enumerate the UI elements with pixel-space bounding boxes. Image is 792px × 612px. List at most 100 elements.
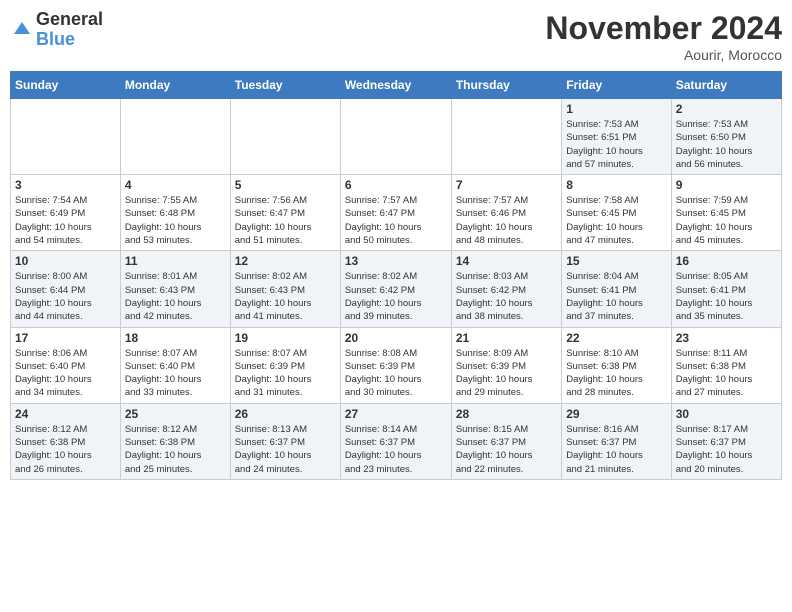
- day-cell: 14 Sunrise: 8:03 AM Sunset: 6:42 PM Dayli…: [451, 251, 561, 327]
- logo-icon: [10, 18, 34, 42]
- day-cell: 23 Sunrise: 8:11 AM Sunset: 6:38 PM Dayli…: [671, 327, 781, 403]
- weekday-header-saturday: Saturday: [671, 72, 781, 99]
- day-cell: 10 Sunrise: 8:00 AM Sunset: 6:44 PM Dayli…: [11, 251, 121, 327]
- day-number: 23: [676, 331, 777, 345]
- day-cell: 17 Sunrise: 8:06 AM Sunset: 6:40 PM Dayli…: [11, 327, 121, 403]
- day-cell: 21 Sunrise: 8:09 AM Sunset: 6:39 PM Dayli…: [451, 327, 561, 403]
- day-number: 4: [125, 178, 226, 192]
- day-cell: 15 Sunrise: 8:04 AM Sunset: 6:41 PM Dayli…: [562, 251, 671, 327]
- day-number: 10: [15, 254, 116, 268]
- week-row-1: 1 Sunrise: 7:53 AM Sunset: 6:51 PM Daylig…: [11, 99, 782, 175]
- day-cell: [120, 99, 230, 175]
- day-number: 14: [456, 254, 557, 268]
- day-number: 16: [676, 254, 777, 268]
- day-detail: Sunrise: 7:58 AM Sunset: 6:45 PM Dayligh…: [566, 194, 666, 247]
- week-row-3: 10 Sunrise: 8:00 AM Sunset: 6:44 PM Dayli…: [11, 251, 782, 327]
- day-cell: 16 Sunrise: 8:05 AM Sunset: 6:41 PM Dayli…: [671, 251, 781, 327]
- day-detail: Sunrise: 8:07 AM Sunset: 6:40 PM Dayligh…: [125, 347, 226, 400]
- day-detail: Sunrise: 8:11 AM Sunset: 6:38 PM Dayligh…: [676, 347, 777, 400]
- day-number: 15: [566, 254, 666, 268]
- day-cell: 29Sunrise: 8:16 AM Sunset: 6:37 PM Dayli…: [562, 403, 671, 479]
- day-detail: Sunrise: 8:07 AM Sunset: 6:39 PM Dayligh…: [235, 347, 336, 400]
- calendar-body: 1 Sunrise: 7:53 AM Sunset: 6:51 PM Daylig…: [11, 99, 782, 480]
- page-header: General Blue November 2024 Aourir, Moroc…: [10, 10, 782, 63]
- day-cell: 13 Sunrise: 8:02 AM Sunset: 6:42 PM Dayli…: [340, 251, 451, 327]
- day-detail: Sunrise: 8:03 AM Sunset: 6:42 PM Dayligh…: [456, 270, 557, 323]
- day-number: 9: [676, 178, 777, 192]
- day-cell: 27 Sunrise: 8:14 AM Sunset: 6:37 PM Dayli…: [340, 403, 451, 479]
- day-detail: Sunrise: 7:57 AM Sunset: 6:47 PM Dayligh…: [345, 194, 447, 247]
- day-number: 3: [15, 178, 116, 192]
- day-cell: 7 Sunrise: 7:57 AM Sunset: 6:46 PM Daylig…: [451, 175, 561, 251]
- day-detail: Sunrise: 8:05 AM Sunset: 6:41 PM Dayligh…: [676, 270, 777, 323]
- day-number: 29: [566, 407, 666, 421]
- day-number: 6: [345, 178, 447, 192]
- day-detail: Sunrise: 8:02 AM Sunset: 6:42 PM Dayligh…: [345, 270, 447, 323]
- day-detail: Sunrise: 7:56 AM Sunset: 6:47 PM Dayligh…: [235, 194, 336, 247]
- day-number: 2: [676, 102, 777, 116]
- day-cell: 1 Sunrise: 7:53 AM Sunset: 6:51 PM Daylig…: [562, 99, 671, 175]
- weekday-header-sunday: Sunday: [11, 72, 121, 99]
- day-number: 30: [676, 407, 777, 421]
- day-number: 7: [456, 178, 557, 192]
- day-number: 13: [345, 254, 447, 268]
- week-row-5: 24 Sunrise: 8:12 AM Sunset: 6:38 PM Dayli…: [11, 403, 782, 479]
- day-cell: 11Sunrise: 8:01 AM Sunset: 6:43 PM Dayli…: [120, 251, 230, 327]
- day-cell: 2Sunrise: 7:53 AM Sunset: 6:50 PM Daylig…: [671, 99, 781, 175]
- day-number: 22: [566, 331, 666, 345]
- day-cell: [230, 99, 340, 175]
- day-cell: 24 Sunrise: 8:12 AM Sunset: 6:38 PM Dayli…: [11, 403, 121, 479]
- day-cell: [451, 99, 561, 175]
- day-detail: Sunrise: 8:17 AM Sunset: 6:37 PM Dayligh…: [676, 423, 777, 476]
- day-detail: Sunrise: 8:08 AM Sunset: 6:39 PM Dayligh…: [345, 347, 447, 400]
- day-number: 1: [566, 102, 666, 116]
- weekday-header-friday: Friday: [562, 72, 671, 99]
- day-number: 20: [345, 331, 447, 345]
- title-area: November 2024 Aourir, Morocco: [545, 10, 782, 63]
- day-detail: Sunrise: 8:00 AM Sunset: 6:44 PM Dayligh…: [15, 270, 116, 323]
- day-number: 18: [125, 331, 226, 345]
- day-cell: 22 Sunrise: 8:10 AM Sunset: 6:38 PM Dayli…: [562, 327, 671, 403]
- logo-general-text: General: [36, 10, 103, 30]
- day-number: 17: [15, 331, 116, 345]
- day-cell: 19Sunrise: 8:07 AM Sunset: 6:39 PM Dayli…: [230, 327, 340, 403]
- day-number: 21: [456, 331, 557, 345]
- weekday-header-monday: Monday: [120, 72, 230, 99]
- day-detail: Sunrise: 7:57 AM Sunset: 6:46 PM Dayligh…: [456, 194, 557, 247]
- day-cell: 6 Sunrise: 7:57 AM Sunset: 6:47 PM Daylig…: [340, 175, 451, 251]
- day-cell: 20 Sunrise: 8:08 AM Sunset: 6:39 PM Dayli…: [340, 327, 451, 403]
- day-cell: 4 Sunrise: 7:55 AM Sunset: 6:48 PM Daylig…: [120, 175, 230, 251]
- day-number: 26: [235, 407, 336, 421]
- day-detail: Sunrise: 8:14 AM Sunset: 6:37 PM Dayligh…: [345, 423, 447, 476]
- day-detail: Sunrise: 8:12 AM Sunset: 6:38 PM Dayligh…: [15, 423, 116, 476]
- weekday-row: SundayMondayTuesdayWednesdayThursdayFrid…: [11, 72, 782, 99]
- logo-blue-text: Blue: [36, 30, 103, 50]
- day-number: 11: [125, 254, 226, 268]
- day-cell: 26Sunrise: 8:13 AM Sunset: 6:37 PM Dayli…: [230, 403, 340, 479]
- day-detail: Sunrise: 8:06 AM Sunset: 6:40 PM Dayligh…: [15, 347, 116, 400]
- day-cell: 3 Sunrise: 7:54 AM Sunset: 6:49 PM Daylig…: [11, 175, 121, 251]
- calendar-header: SundayMondayTuesdayWednesdayThursdayFrid…: [11, 72, 782, 99]
- day-detail: Sunrise: 8:04 AM Sunset: 6:41 PM Dayligh…: [566, 270, 666, 323]
- location-text: Aourir, Morocco: [545, 47, 782, 63]
- weekday-header-tuesday: Tuesday: [230, 72, 340, 99]
- weekday-header-thursday: Thursday: [451, 72, 561, 99]
- day-detail: Sunrise: 8:09 AM Sunset: 6:39 PM Dayligh…: [456, 347, 557, 400]
- day-cell: [11, 99, 121, 175]
- day-detail: Sunrise: 8:10 AM Sunset: 6:38 PM Dayligh…: [566, 347, 666, 400]
- calendar-table: SundayMondayTuesdayWednesdayThursdayFrid…: [10, 71, 782, 480]
- day-number: 25: [125, 407, 226, 421]
- day-number: 12: [235, 254, 336, 268]
- day-detail: Sunrise: 8:02 AM Sunset: 6:43 PM Dayligh…: [235, 270, 336, 323]
- day-detail: Sunrise: 7:53 AM Sunset: 6:51 PM Dayligh…: [566, 118, 666, 171]
- day-cell: 30 Sunrise: 8:17 AM Sunset: 6:37 PM Dayli…: [671, 403, 781, 479]
- day-cell: 28Sunrise: 8:15 AM Sunset: 6:37 PM Dayli…: [451, 403, 561, 479]
- day-detail: Sunrise: 7:55 AM Sunset: 6:48 PM Dayligh…: [125, 194, 226, 247]
- day-number: 27: [345, 407, 447, 421]
- day-number: 24: [15, 407, 116, 421]
- day-cell: 8Sunrise: 7:58 AM Sunset: 6:45 PM Daylig…: [562, 175, 671, 251]
- day-detail: Sunrise: 8:12 AM Sunset: 6:38 PM Dayligh…: [125, 423, 226, 476]
- week-row-4: 17 Sunrise: 8:06 AM Sunset: 6:40 PM Dayli…: [11, 327, 782, 403]
- day-cell: 25 Sunrise: 8:12 AM Sunset: 6:38 PM Dayli…: [120, 403, 230, 479]
- day-detail: Sunrise: 7:54 AM Sunset: 6:49 PM Dayligh…: [15, 194, 116, 247]
